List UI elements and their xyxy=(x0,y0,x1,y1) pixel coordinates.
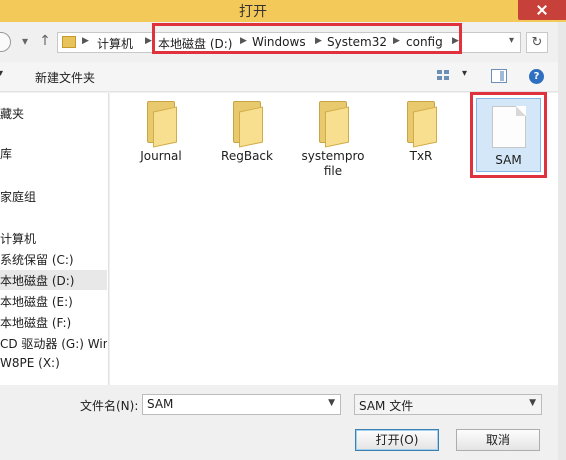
help-icon[interactable]: ? xyxy=(529,69,544,84)
chevron-right-icon[interactable]: ▶ xyxy=(240,36,247,46)
filename-label: 文件名(N): xyxy=(80,399,139,413)
sidebar-item-drive-d[interactable]: 本地磁盘 (D:) xyxy=(0,270,107,290)
chevron-right-icon[interactable]: ▶ xyxy=(452,36,459,46)
sidebar-item-drive-c[interactable]: 系统保留 (C:) xyxy=(0,251,107,268)
folder-icon xyxy=(62,36,76,48)
folder-icon xyxy=(403,101,439,148)
title-bar: 打开 xyxy=(0,0,566,22)
chevron-down-icon[interactable]: ▼ xyxy=(529,398,536,408)
sidebar-item-drive-f[interactable]: 本地磁盘 (F:) xyxy=(0,314,107,331)
file-name: RegBack xyxy=(221,149,273,163)
folder-txr[interactable]: TxR xyxy=(384,101,458,164)
folder-icon xyxy=(143,101,179,148)
chevron-right-icon[interactable]: ▶ xyxy=(145,36,152,46)
cancel-button[interactable]: 取消 xyxy=(456,429,540,451)
file-icon xyxy=(491,106,526,148)
new-folder-button[interactable]: 新建文件夹 xyxy=(35,69,95,86)
sidebar-item-drive-e[interactable]: 本地磁盘 (E:) xyxy=(0,293,107,310)
sidebar-item-drive-x[interactable]: W8PE (X:) xyxy=(0,356,107,370)
recent-locations-icon[interactable]: ▾ xyxy=(16,31,34,51)
breadcrumb-drive-d[interactable]: 本地磁盘 (D:) xyxy=(158,35,232,52)
filename-value[interactable]: SAM xyxy=(147,397,173,411)
filename-input[interactable]: SAM ▼ xyxy=(142,394,341,415)
organize-dropdown-icon[interactable]: ▾ xyxy=(0,68,3,79)
filetype-value: SAM 文件 xyxy=(359,399,414,413)
preview-pane-icon[interactable] xyxy=(491,69,507,83)
folder-icon xyxy=(229,101,265,148)
close-button[interactable] xyxy=(518,0,566,20)
navigation-pane: 藏夹 库 家庭组 计算机 系统保留 (C:) 本地磁盘 (D:) 本地磁盘 (E… xyxy=(0,93,109,385)
chevron-down-icon[interactable]: ▼ xyxy=(328,398,335,408)
dialog-footer: 文件名(N): SAM ▼ SAM 文件 ▼ 打开(O) 取消 xyxy=(0,385,558,460)
chevron-right-icon[interactable]: ▶ xyxy=(393,36,400,46)
breadcrumb-windows[interactable]: Windows xyxy=(252,35,306,49)
file-name: TxR xyxy=(409,149,433,163)
file-name: systempro file xyxy=(301,149,365,178)
breadcrumb-config[interactable]: config xyxy=(406,35,443,49)
refresh-icon[interactable]: ↻ xyxy=(526,32,548,53)
filetype-select[interactable]: SAM 文件 ▼ xyxy=(354,394,542,415)
chevron-right-icon[interactable]: ▶ xyxy=(315,36,322,46)
sidebar-item-favorites[interactable]: 藏夹 xyxy=(0,105,107,122)
toolbar: ▾ 新建文件夹 ▾ ? xyxy=(0,62,558,92)
back-button[interactable] xyxy=(0,32,11,52)
window-title: 打开 xyxy=(239,4,267,20)
breadcrumb-computer[interactable]: 计算机 xyxy=(97,35,133,52)
sidebar-item-libraries[interactable]: 库 xyxy=(0,145,107,162)
sidebar-item-homegroup[interactable]: 家庭组 xyxy=(0,188,107,205)
sidebar-item-computer[interactable]: 计算机 xyxy=(0,230,107,247)
up-arrow-icon[interactable]: ↑ xyxy=(36,31,54,51)
sam-highlight-box: SAM xyxy=(470,92,547,178)
chevron-down-icon[interactable]: ▾ xyxy=(462,68,467,79)
folder-journal[interactable]: Journal xyxy=(124,101,198,164)
view-options-icon[interactable] xyxy=(437,70,451,82)
navigation-bar: ▾ ↑ ▶ 计算机 ▶ 本地磁盘 (D:) ▶ Windows ▶ System… xyxy=(0,22,558,62)
file-sam[interactable]: SAM xyxy=(476,98,541,172)
address-bar[interactable]: ▶ 计算机 ▶ 本地磁盘 (D:) ▶ Windows ▶ System32 ▶… xyxy=(57,32,521,53)
chevron-down-icon[interactable]: ▾ xyxy=(509,35,514,46)
file-name: SAM xyxy=(495,153,522,167)
open-button[interactable]: 打开(O) xyxy=(355,429,439,451)
folder-regback[interactable]: RegBack xyxy=(210,101,284,164)
window-edge xyxy=(558,22,566,460)
chevron-right-icon[interactable]: ▶ xyxy=(82,36,89,46)
folder-systemprofile[interactable]: systempro file xyxy=(296,101,370,179)
open-dialog: ▾ ↑ ▶ 计算机 ▶ 本地磁盘 (D:) ▶ Windows ▶ System… xyxy=(0,22,558,460)
folder-icon xyxy=(315,101,351,148)
sidebar-item-drive-g[interactable]: CD 驱动器 (G:) Win xyxy=(0,335,107,352)
breadcrumb-system32[interactable]: System32 xyxy=(327,35,387,49)
file-name: Journal xyxy=(140,149,182,163)
